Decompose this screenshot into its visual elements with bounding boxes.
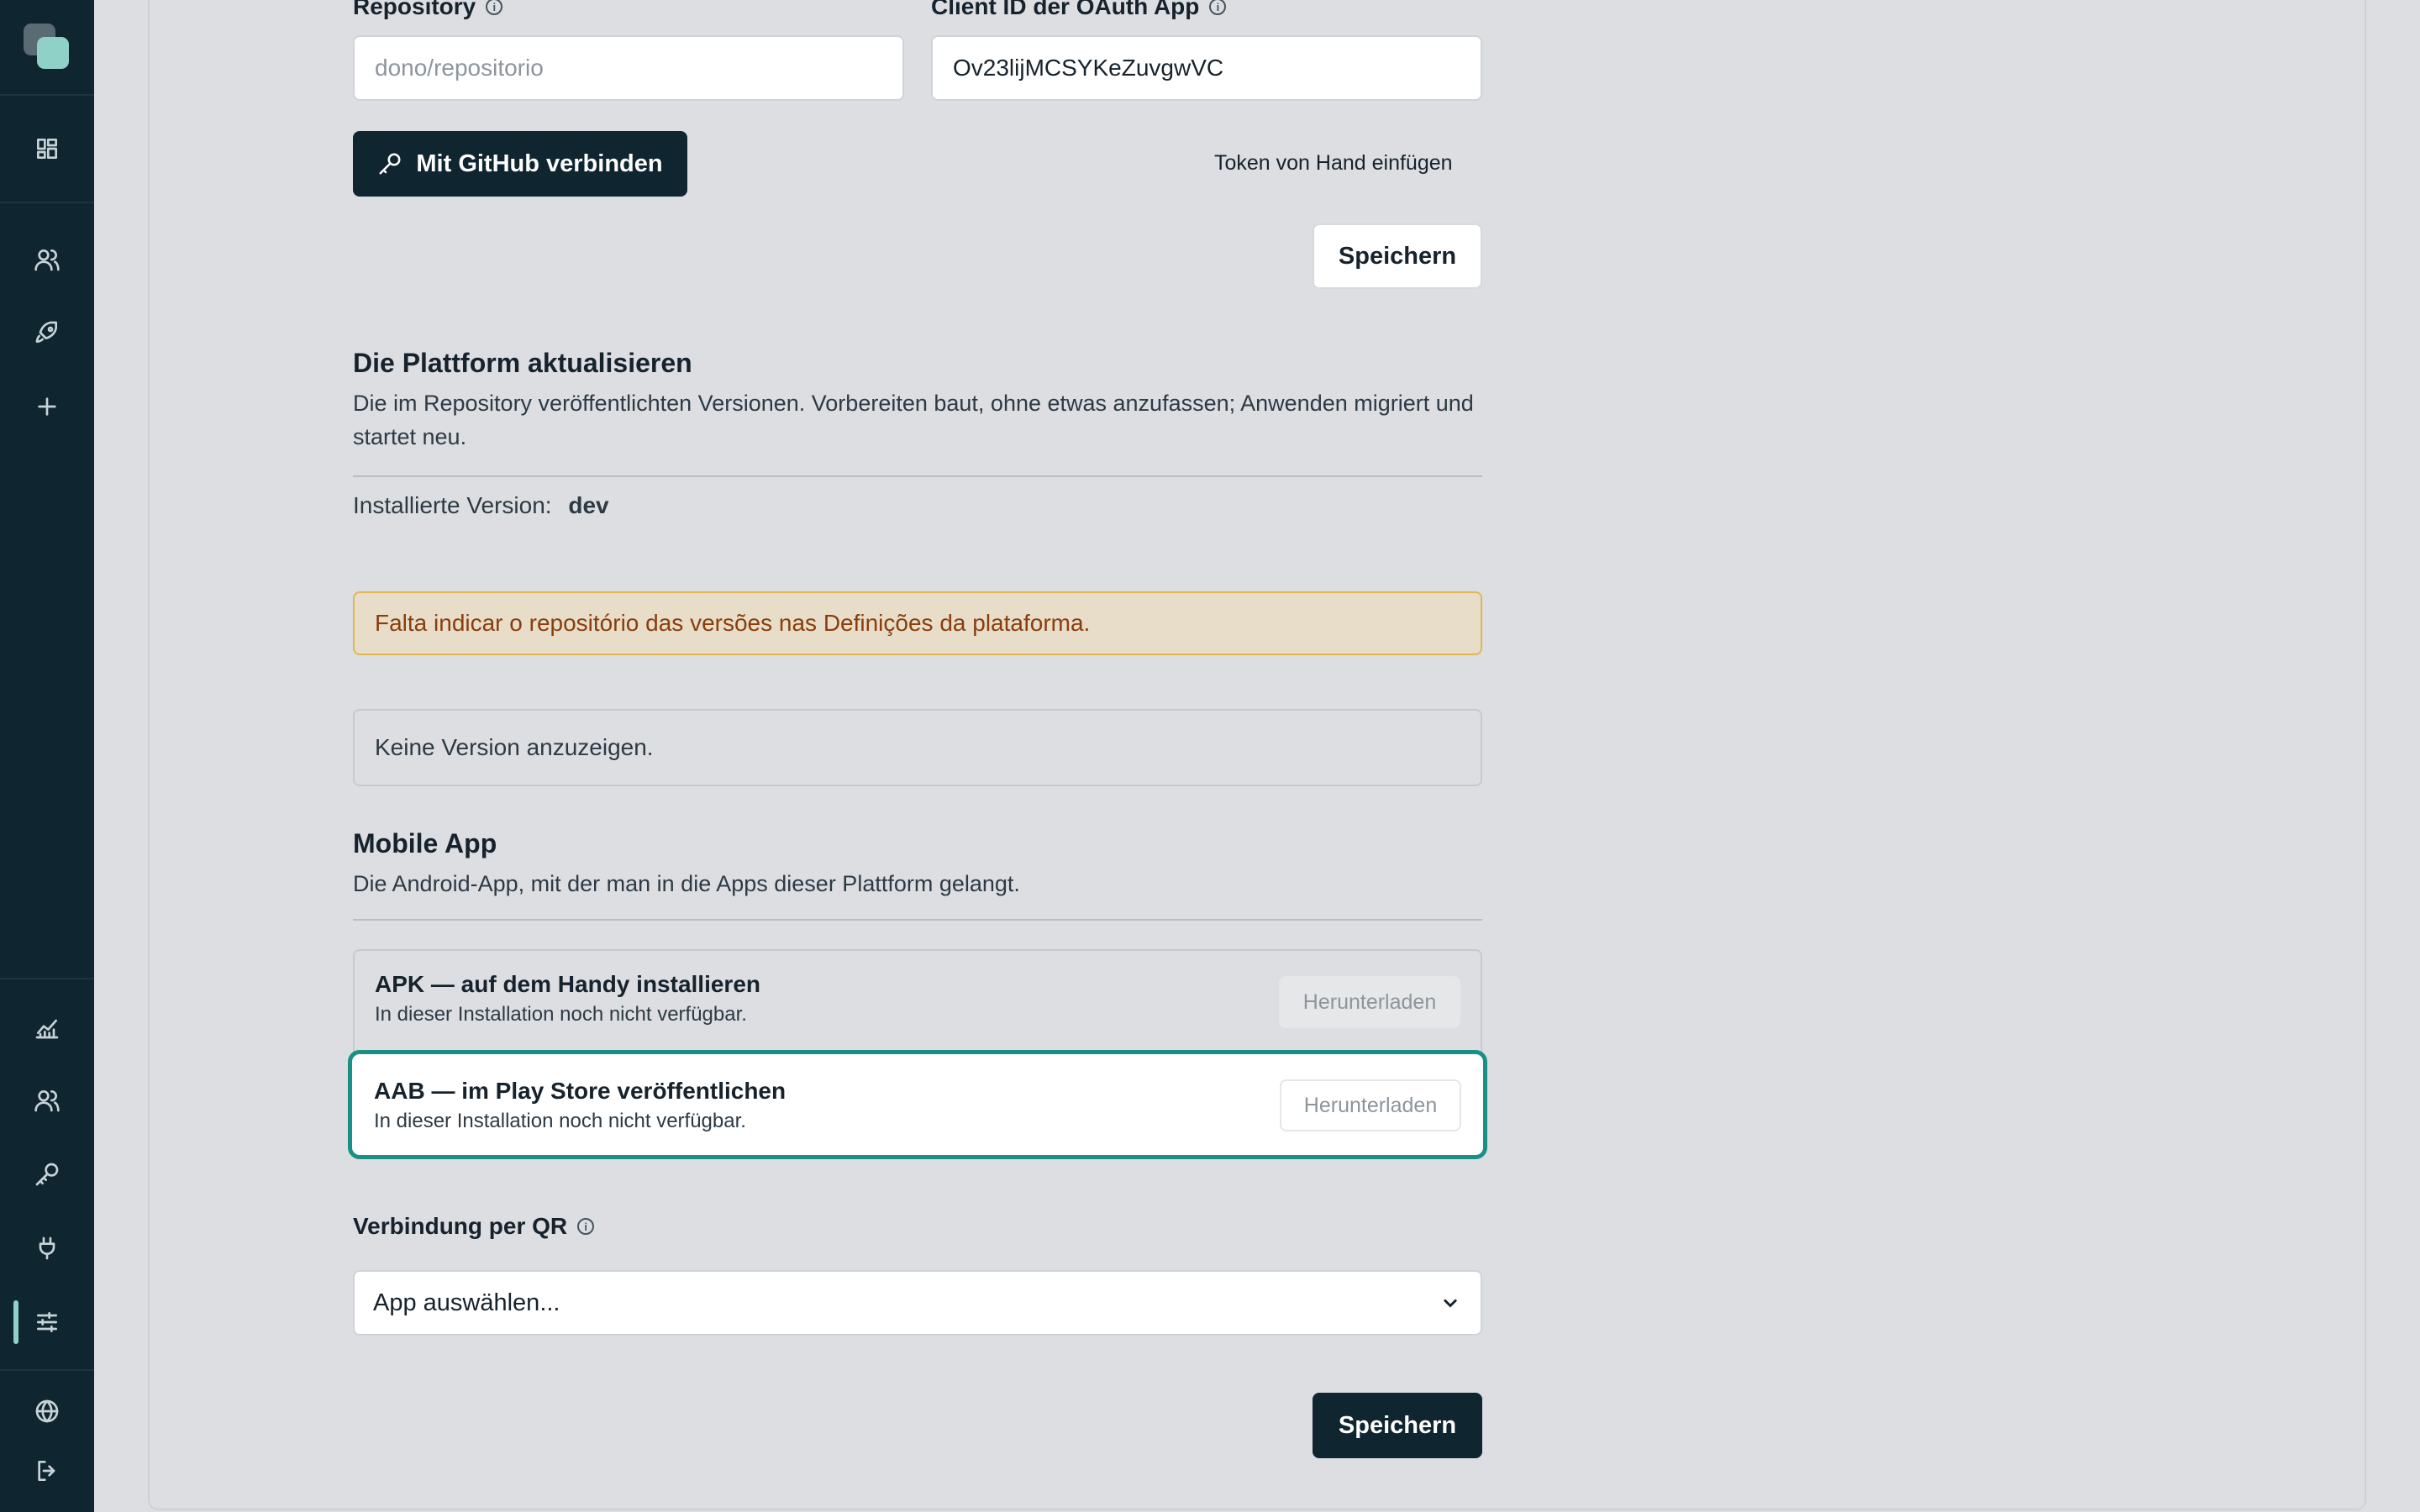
download-subtitle: In dieser Installation noch nicht verfüg… <box>375 1003 747 1026</box>
download-aab-button[interactable]: Herunterladen <box>1280 1079 1461 1131</box>
settings-card: Repository i Client ID der OAuth App i M… <box>148 0 2366 1510</box>
versions-empty-state: Keine Version anzuzeigen. <box>353 709 1482 786</box>
active-indicator <box>13 1300 18 1344</box>
installed-version-value: dev <box>568 492 609 518</box>
globe-icon[interactable] <box>30 1394 64 1428</box>
qr-app-select-value: App auswählen... <box>373 1289 560 1316</box>
qr-label-text: Verbindung per QR <box>353 1213 568 1239</box>
key-icon <box>379 153 401 175</box>
sidebar <box>0 0 94 1512</box>
key-icon[interactable] <box>30 1158 64 1191</box>
analytics-icon[interactable] <box>30 1011 64 1044</box>
connect-github-button[interactable]: Mit GitHub verbinden <box>353 131 687 197</box>
section-divider <box>353 475 1482 477</box>
mobile-section-title: Mobile App <box>353 828 497 858</box>
repository-input[interactable] <box>353 35 904 101</box>
client-id-label-text: Client ID der OAuth App <box>931 0 1200 19</box>
info-icon[interactable]: i <box>1209 0 1227 15</box>
sidebar-divider <box>0 978 94 979</box>
warning-alert-text: Falta indicar o repositório das versões … <box>375 610 1091 636</box>
plus-icon[interactable] <box>30 390 64 423</box>
plug-icon[interactable] <box>30 1231 64 1265</box>
warning-alert: Falta indicar o repositório das versões … <box>353 591 1482 655</box>
mobile-section-description: Die Android-App, mit der man in die Apps… <box>353 871 1020 896</box>
dashboard-icon[interactable] <box>30 132 64 165</box>
qr-label: Verbindung per QR i <box>353 1213 595 1240</box>
update-section-title: Die Plattform aktualisieren <box>353 348 692 378</box>
sidebar-divider <box>0 1369 94 1371</box>
sidebar-divider <box>0 94 94 96</box>
sidebar-divider <box>0 202 94 203</box>
client-id-input[interactable] <box>931 35 1482 101</box>
info-icon[interactable]: i <box>486 0 503 15</box>
versions-empty-text: Keine Version anzuzeigen. <box>375 734 654 760</box>
section-divider <box>353 919 1482 921</box>
repository-label: Repository i <box>353 0 503 20</box>
team-icon[interactable] <box>30 1084 64 1117</box>
connect-github-label: Mit GitHub verbinden <box>416 150 663 177</box>
paste-token-link[interactable]: Token von Hand einfügen <box>1214 151 1453 176</box>
download-item-apk: APK — auf dem Handy installieren In dies… <box>353 951 1482 1053</box>
download-title: AAB — im Play Store veröffentlichen <box>374 1078 786 1104</box>
update-section-description: Die im Repository veröffentlichten Versi… <box>353 391 1474 449</box>
download-item-aab: AAB — im Play Store veröffentlichen In d… <box>348 1050 1487 1159</box>
download-title: APK — auf dem Handy installieren <box>375 971 760 997</box>
installed-version-label: Installierte Version: <box>353 492 552 518</box>
installed-version: Installierte Version: dev <box>353 489 609 522</box>
users-icon[interactable] <box>30 243 64 276</box>
save-button[interactable]: Speichern <box>1313 223 1482 289</box>
download-subtitle: In dieser Installation noch nicht verfüg… <box>374 1110 746 1132</box>
logout-icon[interactable] <box>30 1454 64 1488</box>
info-icon[interactable]: i <box>577 1218 595 1235</box>
save-button-label: Speichern <box>1338 1411 1457 1439</box>
rocket-icon[interactable] <box>30 316 64 349</box>
download-apk-button[interactable]: Herunterladen <box>1279 976 1460 1028</box>
client-id-label: Client ID der OAuth App i <box>931 0 1227 20</box>
qr-app-select[interactable]: App auswählen... <box>353 1270 1482 1336</box>
repository-label-text: Repository <box>353 0 476 19</box>
save-button[interactable]: Speichern <box>1313 1393 1482 1458</box>
settings-sliders-icon[interactable] <box>30 1305 64 1339</box>
chevron-down-icon <box>1443 1299 1458 1308</box>
app-logo[interactable] <box>24 24 71 71</box>
